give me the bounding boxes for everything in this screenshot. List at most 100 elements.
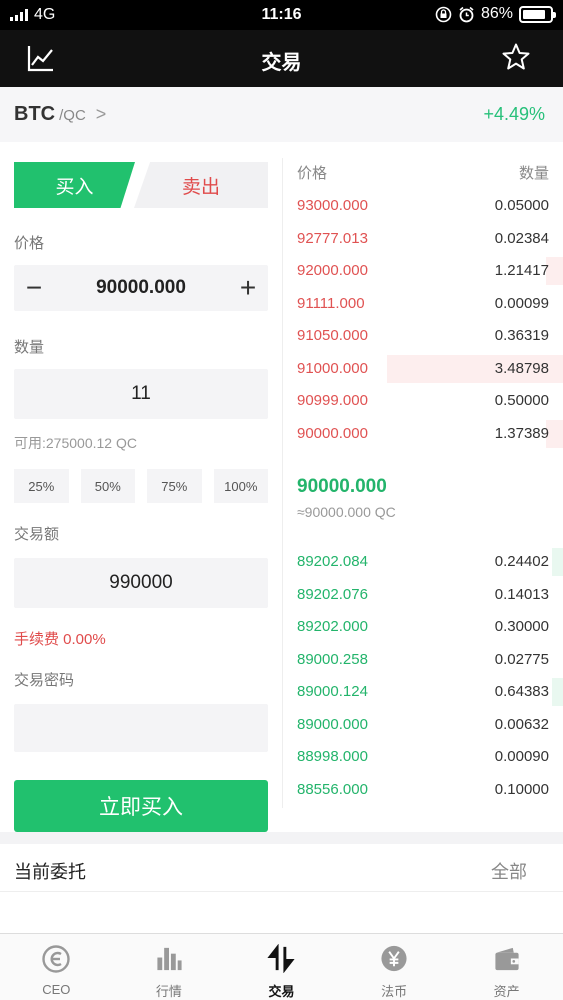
ask-quantity: 3.48798	[494, 359, 549, 377]
ask-row[interactable]: 90000.000 1.37389	[283, 418, 563, 450]
bid-quantity: 0.02775	[494, 650, 549, 668]
bid-price: 89000.258	[297, 650, 368, 668]
ask-row[interactable]: 91111.000 0.00099	[283, 288, 563, 320]
bid-price: 89202.076	[297, 585, 368, 603]
page-title: 交易	[261, 52, 302, 74]
price-change: +4.49%	[483, 104, 545, 124]
wallet-icon	[495, 947, 519, 971]
price-column-header: 价格	[297, 165, 328, 182]
pair-selector[interactable]: BTC /QC >	[14, 103, 106, 126]
section-divider	[0, 832, 563, 844]
battery-icon	[519, 5, 556, 23]
trade-form: 买入 卖出 价格 − 90000.000 + 数量 11 可用:275000.1…	[14, 162, 268, 832]
current-orders-title: 当前委托	[14, 862, 86, 882]
ask-price: 90999.000	[297, 392, 368, 409]
tab-trade[interactable]: 交易	[225, 934, 338, 1000]
buy-sell-tabs: 买入 卖出	[14, 162, 268, 208]
trade-arrows-icon	[267, 944, 296, 973]
bid-row[interactable]: 89000.258 0.02775	[283, 644, 563, 676]
chevron-right-icon: >	[95, 104, 107, 124]
ask-row[interactable]: 90999.000 0.50000	[283, 385, 563, 417]
price-input[interactable]: 90000.000	[96, 277, 186, 299]
bar-chart-icon	[157, 947, 182, 971]
bid-quantity: 0.10000	[494, 780, 549, 798]
bid-price: 89202.000	[297, 618, 368, 635]
tab-fiat[interactable]: 法币	[338, 934, 451, 1000]
price-increase-button[interactable]: +	[228, 265, 268, 311]
ask-quantity: 0.36319	[494, 327, 549, 344]
bid-quantity: 0.00632	[494, 715, 549, 733]
bid-price: 88998.000	[297, 748, 368, 765]
bid-row[interactable]: 89000.124 0.64383	[283, 676, 563, 708]
ask-quantity: 1.37389	[494, 424, 549, 442]
bottom-tab-bar: CEO 行情 交易 法币 资产	[0, 933, 563, 1000]
last-price: 90000.000	[297, 476, 387, 497]
quote-currency: /QC	[59, 107, 86, 124]
ask-quantity: 0.02384	[494, 229, 549, 247]
buy-now-button[interactable]: 立即买入	[14, 780, 268, 832]
amount-input[interactable]: 11	[14, 369, 268, 419]
ask-price: 91050.000	[297, 327, 368, 344]
tab-assets[interactable]: 资产	[450, 934, 563, 1000]
bid-row[interactable]: 89202.000 0.30000	[283, 611, 563, 643]
app-header: 交易	[0, 30, 563, 87]
ask-price: 91111.000	[297, 294, 365, 312]
ask-price: 90000.000	[297, 424, 368, 442]
ask-row[interactable]: 91050.000 0.36319	[283, 320, 563, 352]
percent-25-button[interactable]: 25%	[14, 469, 69, 503]
ask-price: 91000.000	[297, 359, 368, 377]
bid-price: 89202.084	[297, 553, 368, 570]
bid-row[interactable]: 88556.000 0.10000	[283, 774, 563, 806]
ask-quantity: 1.21417	[494, 262, 549, 279]
amount-label: 数量	[14, 339, 45, 356]
tab-label: 法币	[381, 984, 408, 999]
alarm-icon	[459, 6, 474, 22]
bid-depth-bar	[551, 678, 563, 706]
order-book-header: 价格 数量	[297, 162, 549, 183]
bid-depth-bar	[551, 548, 563, 576]
order-book: 价格 数量 93000.000 0.05000 92777.013 0.02384 92…	[282, 158, 563, 808]
percent-100-button[interactable]: 100%	[213, 469, 268, 503]
last-price-converted: ≈90000.000 QC	[297, 504, 396, 520]
bid-price: 89000.000	[297, 715, 368, 733]
bid-row[interactable]: 89202.084 0.24402	[283, 546, 563, 578]
battery-percent: 86%	[480, 5, 513, 22]
bid-row[interactable]: 89000.000 0.00632	[283, 709, 563, 741]
tab-buy[interactable]: 买入	[14, 162, 135, 208]
tab-label: CEO	[42, 982, 71, 997]
tab-sell[interactable]: 卖出	[134, 162, 268, 208]
bid-quantity: 0.00090	[494, 748, 549, 765]
ask-price: 92777.013	[297, 229, 368, 247]
total-label: 交易额	[14, 526, 60, 543]
ask-row[interactable]: 91000.000 3.48798	[283, 353, 563, 385]
ask-row[interactable]: 92777.013 0.02384	[283, 223, 563, 255]
percent-50-button[interactable]: 50%	[80, 469, 135, 503]
bid-row[interactable]: 88998.000 0.00090	[283, 741, 563, 773]
pair-bar: BTC /QC > +4.49%	[0, 87, 563, 142]
price-stepper: − 90000.000 +	[14, 265, 268, 311]
bid-quantity: 0.14013	[494, 585, 549, 603]
status-bar: 4G 11:16 86%	[0, 0, 563, 30]
star-icon[interactable]	[501, 42, 531, 72]
ask-row[interactable]: 92000.000 1.21417	[283, 255, 563, 287]
bid-price: 88556.000	[297, 780, 368, 798]
bid-quantity: 0.24402	[494, 553, 549, 570]
ask-quantity: 0.05000	[494, 197, 549, 214]
password-field[interactable]	[14, 704, 268, 752]
yen-coin-icon	[381, 945, 407, 972]
price-decrease-button[interactable]: −	[14, 265, 54, 311]
ask-quantity: 0.50000	[494, 392, 549, 409]
tab-ceo[interactable]: CEO	[0, 934, 113, 1000]
status-right: 86%	[435, 5, 556, 23]
ask-price: 92000.000	[297, 262, 368, 279]
tab-label: 资产	[493, 984, 520, 999]
ask-row[interactable]: 93000.000 0.05000	[283, 190, 563, 222]
current-orders-header: 当前委托 全部	[0, 844, 563, 892]
bid-row[interactable]: 89202.076 0.14013	[283, 579, 563, 611]
ask-price: 93000.000	[297, 197, 368, 214]
tab-market[interactable]: 行情	[113, 934, 226, 1000]
total-input[interactable]: 990000	[14, 558, 268, 608]
price-label: 价格	[14, 235, 45, 252]
percent-75-button[interactable]: 75%	[147, 469, 202, 503]
all-orders-link[interactable]: 全部	[491, 858, 527, 884]
